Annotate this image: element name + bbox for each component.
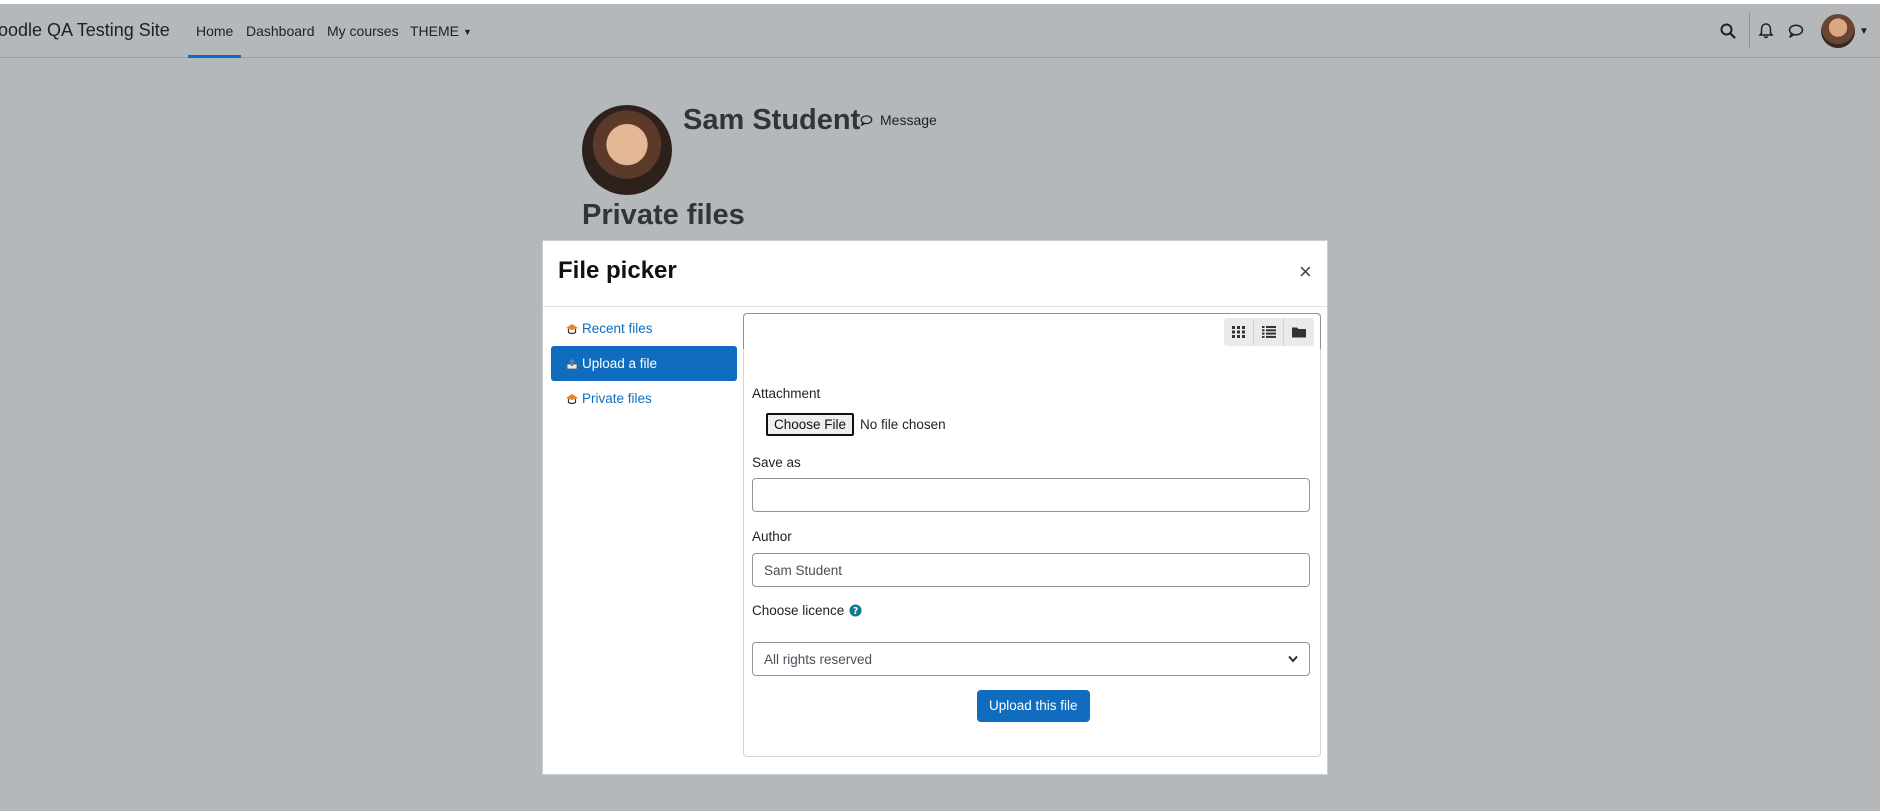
author-label: Author	[752, 529, 792, 544]
file-picker-title: File picker	[558, 257, 677, 284]
file-picker-header: File picker ×	[543, 241, 1327, 307]
message-link[interactable]: Message	[859, 112, 937, 128]
list-view-button[interactable]	[1254, 318, 1284, 346]
repo-recent-files-label: Recent files	[582, 321, 653, 336]
nav-my-courses[interactable]: My courses	[327, 23, 399, 39]
no-file-chosen-text: No file chosen	[860, 417, 946, 432]
top-navbar: loodle QA Testing Site Home Dashboard My…	[0, 4, 1880, 58]
nav-theme[interactable]: THEME ▼	[410, 23, 472, 39]
choose-file-button[interactable]: Choose File	[766, 413, 855, 436]
icons-view-button[interactable]	[1224, 318, 1254, 346]
grid-icon	[1231, 326, 1245, 338]
chat-icon	[860, 114, 873, 126]
profile-name: Sam Student	[683, 104, 861, 136]
save-as-input[interactable]	[752, 478, 1310, 512]
upload-icon	[566, 358, 578, 369]
list-icon	[1261, 326, 1276, 338]
folder-icon	[1292, 327, 1306, 338]
file-picker-dialog: File picker × Recent files Upload a file…	[542, 240, 1328, 775]
file-picker-toolbar	[743, 313, 1321, 349]
page-title: Private files	[582, 199, 745, 231]
choose-licence-text: Choose licence	[752, 603, 845, 618]
bell-icon[interactable]	[1756, 21, 1776, 41]
nav-dashboard[interactable]: Dashboard	[246, 23, 315, 39]
choose-licence-label: Choose licence ?	[752, 603, 862, 618]
repo-private-files[interactable]: Private files	[551, 381, 737, 416]
chat-icon[interactable]	[1786, 21, 1806, 41]
chevron-down-icon: ▼	[463, 27, 472, 37]
navbar-divider	[1749, 12, 1750, 48]
nav-home[interactable]: Home	[187, 23, 242, 58]
author-input[interactable]	[752, 553, 1310, 587]
site-brand[interactable]: loodle QA Testing Site	[0, 20, 170, 41]
attachment-file-row: Choose File No file chosen	[766, 413, 946, 436]
repository-list: Recent files Upload a file Private files	[551, 311, 737, 416]
repo-upload-file-label: Upload a file	[582, 356, 658, 371]
upload-file-button[interactable]: Upload this file	[977, 690, 1090, 722]
file-picker-content: Attachment Choose File No file chosen Sa…	[743, 313, 1321, 757]
save-as-label: Save as	[752, 455, 801, 470]
svg-text:?: ?	[853, 606, 858, 617]
repo-recent-files[interactable]: Recent files	[551, 311, 737, 346]
private-files-icon	[566, 393, 578, 404]
search-icon[interactable]	[1718, 21, 1738, 41]
profile-avatar	[582, 105, 672, 195]
user-avatar[interactable]	[1821, 14, 1855, 48]
nav-theme-label: THEME	[410, 23, 459, 39]
repo-upload-file[interactable]: Upload a file	[551, 346, 737, 381]
repo-private-files-label: Private files	[582, 391, 652, 406]
close-icon[interactable]: ×	[1299, 261, 1312, 283]
view-mode-group	[1224, 318, 1314, 346]
chevron-down-icon	[1288, 655, 1298, 663]
attachment-label: Attachment	[752, 386, 821, 401]
licence-select-value: All rights reserved	[764, 651, 873, 667]
recent-files-icon	[566, 323, 578, 334]
licence-select[interactable]: All rights reserved	[752, 642, 1310, 676]
folder-view-button[interactable]	[1284, 318, 1314, 346]
help-icon[interactable]: ?	[849, 604, 862, 617]
message-label: Message	[880, 112, 937, 128]
chevron-down-icon[interactable]: ▼	[1859, 26, 1869, 37]
